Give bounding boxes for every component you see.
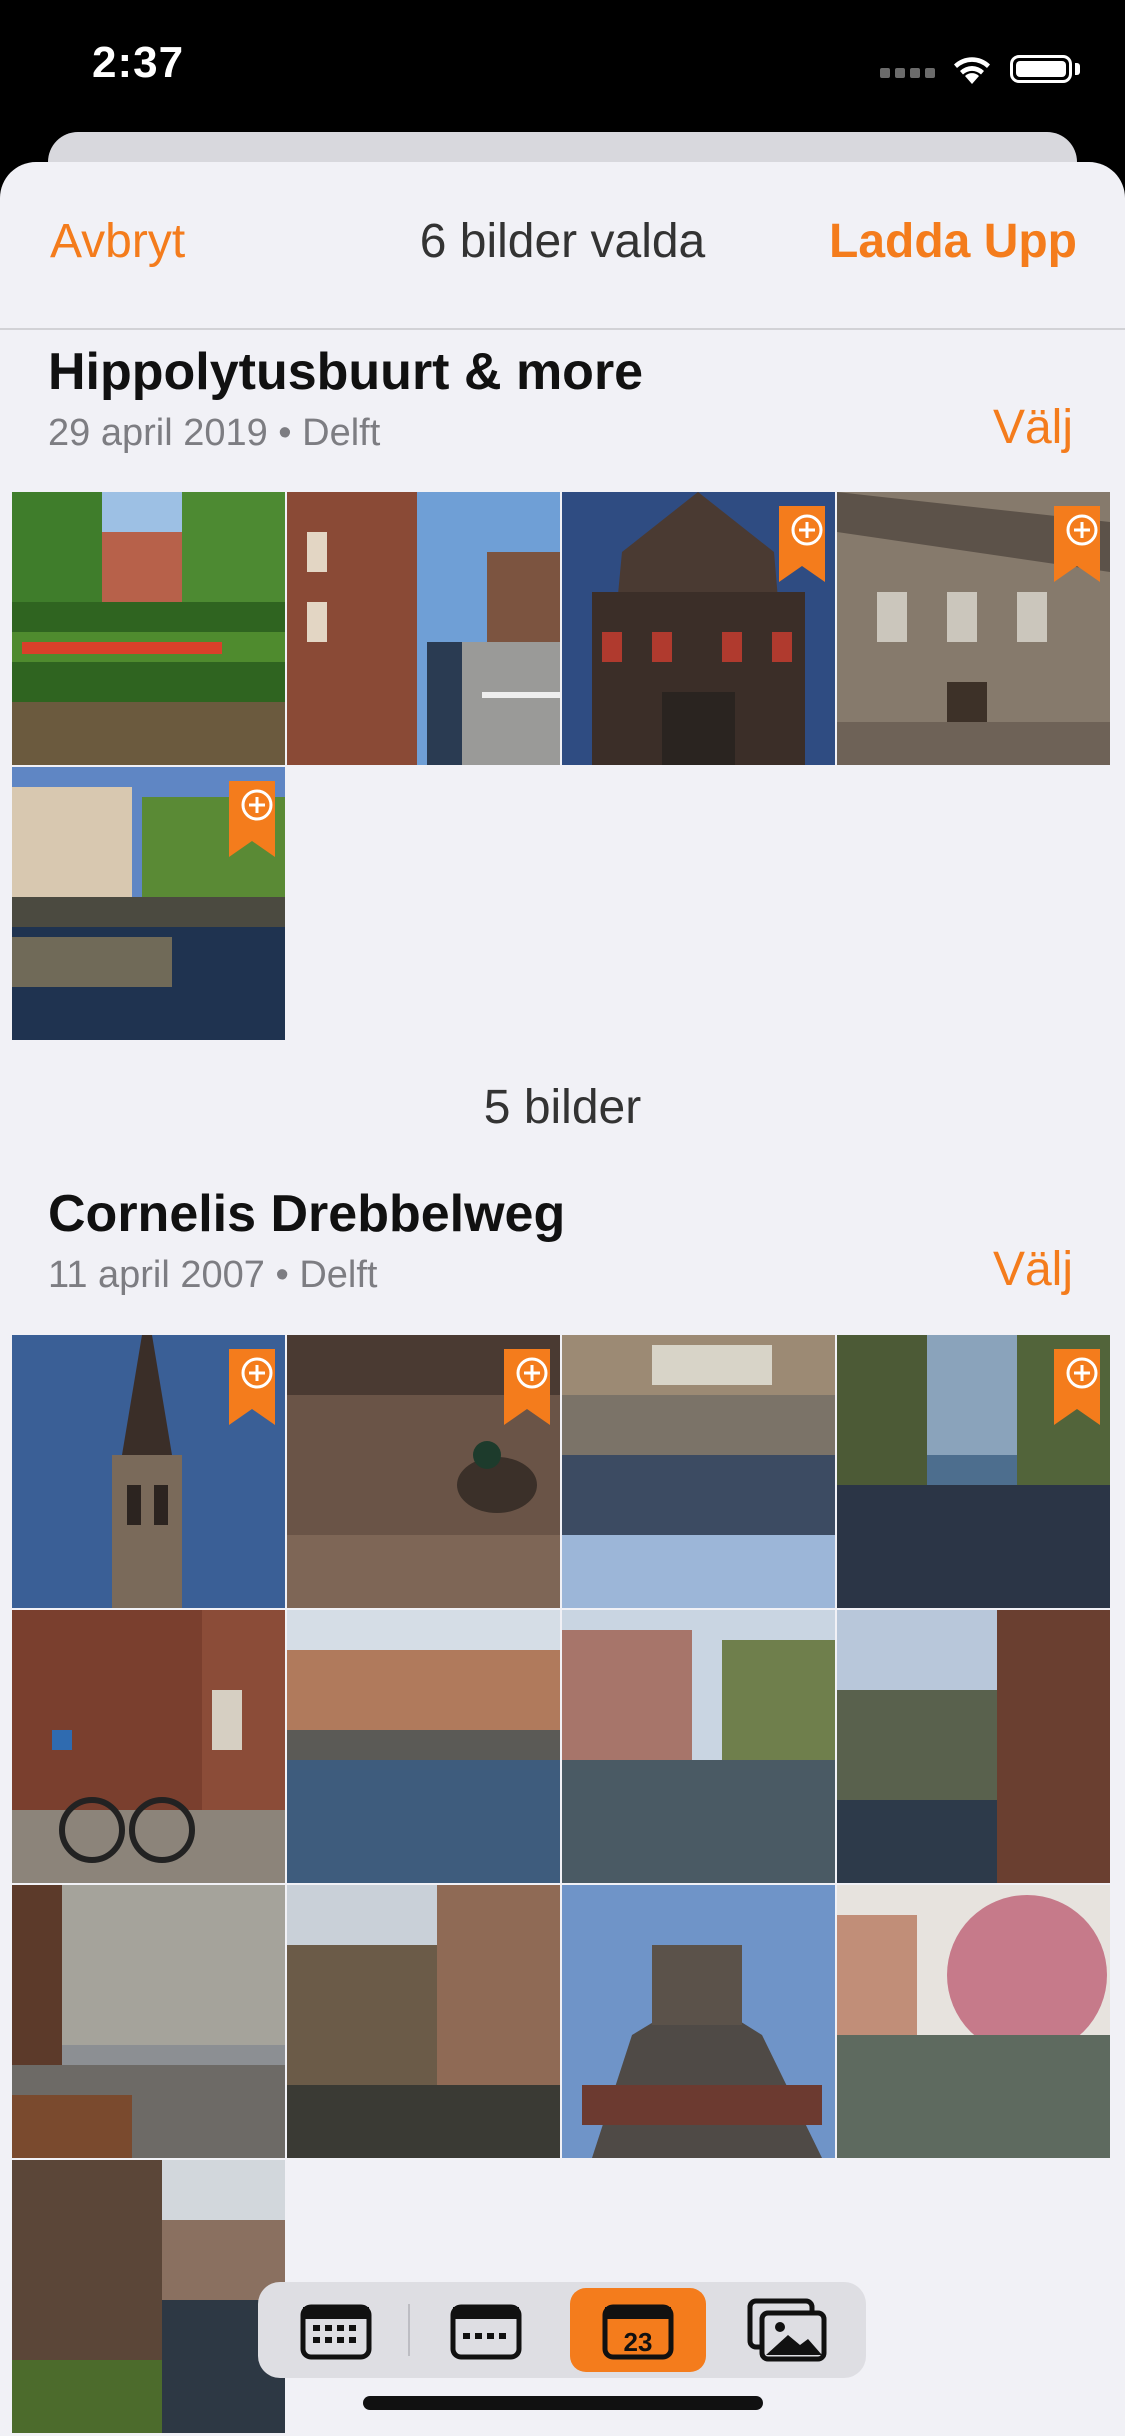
photo-thumbnail[interactable] <box>837 492 1110 765</box>
select-button[interactable]: Välj <box>993 1242 1073 1297</box>
section-subtitle: 11 april 2007 • Delft <box>48 1254 378 1296</box>
photo-thumbnail[interactable] <box>12 1335 285 1608</box>
photo-grid <box>12 1335 1113 2436</box>
home-indicator <box>363 2396 763 2410</box>
calendar-month-icon <box>450 2304 522 2360</box>
calendar-day-icon: 23 <box>602 2304 674 2360</box>
calendar-year-icon <box>300 2304 372 2360</box>
bookmark-add-icon <box>229 781 275 857</box>
navigation-bar: Avbryt 6 bilder valda Ladda Upp <box>0 162 1125 330</box>
bookmark-add-icon <box>1054 506 1100 582</box>
photo-thumbnail[interactable] <box>562 1885 835 2158</box>
photo-thumbnail[interactable] <box>12 1885 285 2158</box>
photo-thumbnail[interactable] <box>287 1885 560 2158</box>
upload-button[interactable]: Ladda Upp <box>829 214 1077 269</box>
section-title: Hippolytusbuurt & more <box>48 343 644 401</box>
bookmark-add-icon <box>504 1349 550 1425</box>
photos-view-button[interactable] <box>720 2288 856 2372</box>
photo-count: 5 bilder <box>483 1081 642 1134</box>
battery-tip <box>1075 63 1080 75</box>
toolbar-separator <box>408 2304 410 2356</box>
photo-thumbnail[interactable] <box>287 492 560 765</box>
photo-thumbnail[interactable] <box>562 1335 835 1608</box>
photos-icon <box>747 2298 827 2362</box>
wifi-icon <box>954 57 990 84</box>
photo-thumbnail[interactable] <box>12 2160 285 2433</box>
battery-icon <box>1010 55 1072 83</box>
photo-thumbnail[interactable] <box>287 1335 560 1608</box>
photo-thumbnail[interactable] <box>562 1610 835 1883</box>
bookmark-add-icon <box>1054 1349 1100 1425</box>
section-title: Cornelis Drebbelweg <box>48 1185 566 1243</box>
photo-grid <box>12 492 1113 1043</box>
cellular-signal-icon <box>880 68 936 82</box>
bookmark-add-icon <box>779 506 825 582</box>
photo-thumbnail[interactable] <box>562 492 835 765</box>
upload-sheet: Avbryt 6 bilder valda Ladda Upp Hippolyt… <box>0 162 1125 2436</box>
photo-thumbnail[interactable] <box>12 767 285 1040</box>
photo-thumbnail[interactable] <box>837 1335 1110 1608</box>
photo-thumbnail[interactable] <box>12 492 285 765</box>
bookmark-add-icon <box>229 1349 275 1425</box>
view-mode-toolbar: 23 <box>258 2282 866 2378</box>
select-button[interactable]: Välj <box>993 400 1073 455</box>
year-view-button[interactable] <box>268 2288 404 2372</box>
status-bar: 2:37 <box>0 0 1125 135</box>
month-view-button[interactable] <box>418 2288 554 2372</box>
photo-thumbnail[interactable] <box>837 1885 1110 2158</box>
section-subtitle: 29 april 2019 • Delft <box>48 412 381 454</box>
calendar-day-number: 23 <box>624 2327 653 2357</box>
photo-thumbnail[interactable] <box>287 1610 560 1883</box>
photo-thumbnail[interactable] <box>12 1610 285 1883</box>
day-view-button[interactable]: 23 <box>570 2288 706 2372</box>
status-time: 2:37 <box>92 38 185 87</box>
photo-thumbnail[interactable] <box>837 1610 1110 1883</box>
